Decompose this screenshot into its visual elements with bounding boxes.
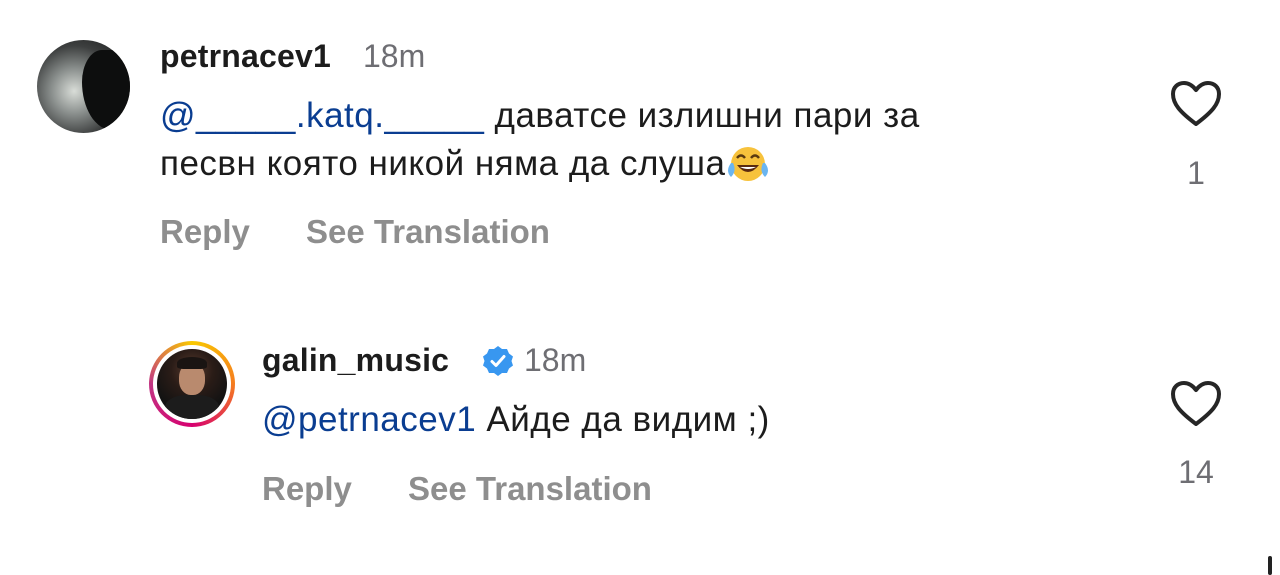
comments-panel: petrnacev1 18m @_____.katq._____ даватсе… bbox=[0, 0, 1280, 575]
laughing-tears-emoji-icon bbox=[728, 147, 769, 181]
like-count: 14 bbox=[1178, 454, 1214, 490]
comment-text-line2: песвн която никой няма да слуша bbox=[160, 144, 726, 183]
comment-text: @_____.katq._____ даватсе излишни пари з… bbox=[160, 92, 1140, 188]
see-translation-button[interactable]: See Translation bbox=[306, 213, 550, 251]
avatar-shadow bbox=[82, 50, 130, 130]
comment-timestamp: 18m bbox=[524, 342, 587, 378]
reply-comment-item: galin_music 18m @petrnacev1 Айде да види… bbox=[0, 300, 1280, 550]
see-translation-button[interactable]: See Translation bbox=[408, 470, 652, 508]
comment-text: @petrnacev1 Айде да видим ;) bbox=[262, 396, 1142, 444]
heart-icon[interactable] bbox=[1170, 380, 1222, 428]
heart-icon[interactable] bbox=[1170, 80, 1222, 128]
comment-username[interactable]: petrnacev1 bbox=[160, 38, 331, 75]
comment-username[interactable]: galin_music bbox=[262, 342, 449, 379]
avatar-figure-hair bbox=[177, 357, 207, 369]
avatar-figure-body bbox=[165, 395, 219, 419]
mention-link[interactable]: @petrnacev1 bbox=[262, 400, 476, 439]
comment-timestamp: 18m bbox=[363, 38, 426, 74]
comment-text-body: Айде да видим ;) bbox=[476, 400, 770, 439]
scrollbar-indicator[interactable] bbox=[1268, 556, 1272, 575]
mention-link[interactable]: @_____.katq._____ bbox=[160, 96, 484, 135]
reply-button[interactable]: Reply bbox=[262, 470, 352, 508]
verified-badge-icon bbox=[483, 346, 513, 376]
avatar-photo bbox=[157, 349, 227, 419]
like-count: 1 bbox=[1187, 155, 1205, 191]
reply-button[interactable]: Reply bbox=[160, 213, 250, 251]
comment-text-line1: даватсе излишни пари за bbox=[484, 96, 920, 135]
comment-item: petrnacev1 18m @_____.katq._____ даватсе… bbox=[0, 0, 1280, 290]
avatar[interactable] bbox=[149, 341, 235, 427]
avatar[interactable] bbox=[37, 40, 130, 133]
